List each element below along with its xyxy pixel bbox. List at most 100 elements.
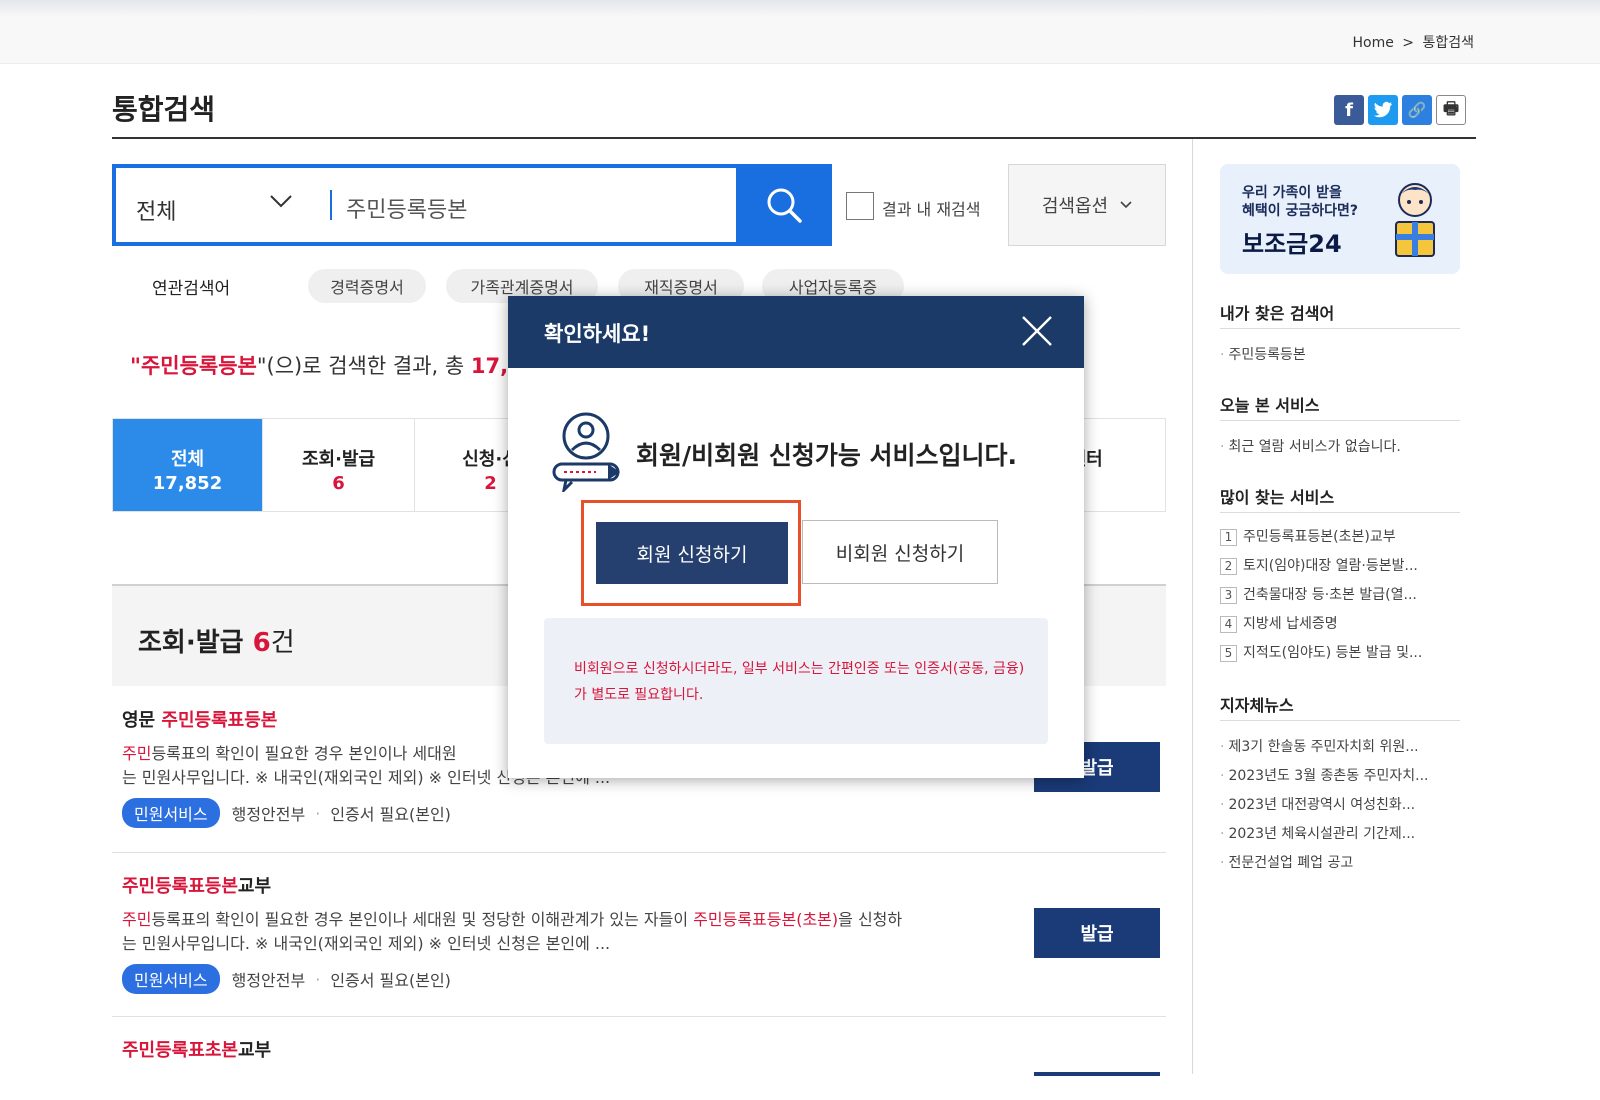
search-input[interactable]: 주민등록등본 [346,192,467,224]
item-department: 행정안전부 [231,805,306,824]
item-divider [112,852,1166,853]
close-icon[interactable] [1018,312,1056,350]
item-description: 주민등록표의 확인이 필요한 경우 본인이나 세대원 및 정당한 이해관계가 있… [122,908,1002,956]
guest-apply-button[interactable]: 비회원 신청하기 [802,520,998,584]
news-item-label: 전문건설업 폐업 공고 [1228,855,1354,871]
item-title-highlight: 초본 [204,1040,238,1061]
result-middle: "(으)로 검색한 결과, 총 [256,354,471,378]
item-cert-required: 인증서 필요(본인) [330,805,451,824]
item-meta: 민원서비스 행정안전부 · 인증서 필요(본인) [122,798,1166,828]
desc-text: 을 신청하 [838,910,903,929]
list-item: 주민등록표초본교부 [112,1036,1166,1062]
banner-text: 우리 가족이 받을 혜택이 궁금하다면? [1242,184,1358,220]
list-item: 주민등록표등본교부 주민등록표의 확인이 필요한 경우 본인이나 세대원 및 정… [112,872,1166,994]
popular-item-label: 주민등록표등본(초본)교부 [1243,529,1396,545]
facebook-icon: f [1345,99,1353,121]
news-item[interactable]: · 2023년 체육시설관리 기간제... [1220,823,1415,843]
link-icon: 🔗 [1407,101,1427,119]
news-item[interactable]: · 전문건설업 폐업 공고 [1220,852,1353,872]
meta-separator: · [315,803,321,823]
popular-item-label: 건축물대장 등·초본 발급(열... [1243,587,1417,603]
banner-brand: 보조금24 [1242,230,1342,258]
modal-message: 회원/비회원 신청가능 서비스입니다. [636,441,1018,470]
banner-line2: 혜택이 궁금하다면? [1242,203,1359,219]
rank-number: 2 [1220,558,1237,575]
desc-text: 는 민원사무입니다. ※ 내국인(재외국인 제외) ※ 인터넷 신청은 본인에 … [122,934,611,953]
rank-number: 1 [1220,529,1237,546]
item-department: 행정안전부 [231,971,306,990]
tab-count: 17,852 [152,473,223,494]
category-badge: 민원서비스 [122,964,220,994]
copy-link-button[interactable]: 🔗 [1402,95,1432,125]
search-button[interactable] [736,164,832,246]
subsidy24-banner[interactable]: 우리 가족이 받을 혜택이 궁금하다면? 보조금24 [1220,164,1460,274]
my-search-title: 내가 찾은 검색어 [1220,304,1335,323]
issue-button[interactable]: 발급 [1034,908,1160,958]
result-quote: " [130,354,141,378]
popular-title: 많이 찾는 서비스 [1220,488,1335,507]
news-item[interactable]: · 2023년도 3월 종촌동 주민자치... [1220,765,1429,785]
recheck-label: 결과 내 재검색 [882,200,981,219]
highlight-box [581,500,801,606]
sidebar-divider [1192,139,1193,1074]
breadcrumb-separator: > [1402,35,1415,51]
popular-item[interactable]: 2 토지(임야)대장 열람·등본발... [1220,555,1418,575]
news-item[interactable]: · 제3기 한솔동 주민자치회 위원... [1220,736,1419,756]
result-query: 주민등록등본 [140,354,257,378]
section-title-text: 조회·발급 [138,628,244,658]
section-unit: 건 [270,628,295,658]
popular-item[interactable]: 4 지방세 납세증명 [1220,613,1338,633]
bullet: · [1220,347,1225,363]
breadcrumb-current: 통합검색 [1422,35,1474,51]
result-summary: "주민등록등본"(으)로 검색한 결과, 총 17,8 [130,350,523,380]
print-icon: 🖶 [1442,98,1460,119]
bullet: · [1220,797,1225,813]
tab-count: 6 [332,473,345,494]
item-title[interactable]: 주민등록표초본교부 [122,1036,1166,1062]
issue-button-partial[interactable] [1034,1072,1160,1076]
bullet: · [1220,768,1225,784]
popular-item[interactable]: 3 건축물대장 등·초본 발급(열... [1220,584,1417,604]
desc-text: 등록표의 확인이 필요한 경우 본인이나 세대원 및 정당한 이해관계가 있는 … [151,910,694,929]
my-search-item-label: 주민등록등본 [1228,347,1306,363]
search-category-select[interactable]: 전체 [136,194,176,226]
item-cert-required: 인증서 필요(본인) [330,971,451,990]
today-viewed-empty: · 최근 열람 서비스가 없습니다. [1220,436,1401,456]
twitter-share-button[interactable] [1368,95,1398,125]
top-shadow-bar [0,0,1600,16]
item-title[interactable]: 주민등록표등본교부 [122,872,1166,898]
popular-item[interactable]: 5 지적도(임야도) 등본 발급 및... [1220,642,1422,662]
sidebar-divider-line [1220,420,1460,421]
chevron-down-icon[interactable] [268,188,294,220]
recheck-checkbox[interactable] [846,192,874,220]
breadcrumb-home[interactable]: Home [1352,35,1393,51]
search-box: 전체 주민등록등본 [112,164,832,246]
twitter-icon [1373,101,1393,118]
item-divider [112,1016,1166,1017]
popular-item-label: 지적도(임야도) 등본 발급 및... [1243,645,1423,661]
desc-highlight: 주민 [122,910,152,929]
sidebar-divider-line [1220,720,1460,721]
desc-highlight: 주민 [122,744,152,763]
print-button[interactable]: 🖶 [1436,95,1466,125]
tab-all[interactable]: 전체 17,852 [113,419,263,511]
rank-number: 3 [1220,587,1237,604]
popular-item[interactable]: 1 주민등록표등본(초본)교부 [1220,526,1396,546]
item-title-suffix: 교부 [237,876,272,897]
modal-title: 확인하세요! [544,322,651,346]
item-title-suffix: 교부 [237,1040,272,1061]
search-options-button[interactable]: 검색옵션 [1008,164,1166,246]
search-options-label: 검색옵션 [1041,196,1109,217]
item-title-highlight: 주민등록표등본 [122,876,238,897]
tab-inquiry-issue[interactable]: 조회·발급 6 [263,419,415,511]
today-viewed-title: 오늘 본 서비스 [1220,396,1320,415]
facebook-share-button[interactable]: f [1334,95,1364,125]
my-search-item[interactable]: · 주민등록등본 [1220,344,1306,364]
related-chip[interactable]: 경력증명서 [308,269,426,303]
news-item[interactable]: · 2023년 대전광역시 여성친화... [1220,794,1415,814]
modal-header: 확인하세요! [508,296,1084,368]
related-keywords-label: 연관검색어 [152,279,231,299]
news-item-label: 2023년 체육시설관리 기간제... [1228,826,1416,842]
modal-note-box: 비회원으로 신청하시더라도, 일부 서비스는 간편인증 또는 인증서(공동, 금… [544,618,1048,744]
meta-separator: · [315,969,321,989]
